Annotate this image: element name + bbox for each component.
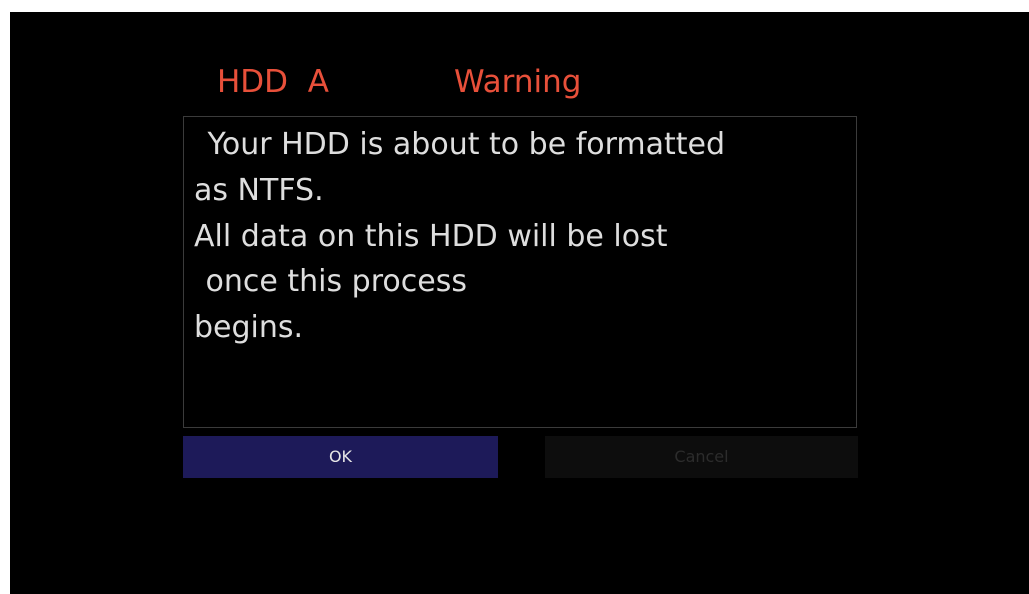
message-line: All data on this HDD will be lost xyxy=(194,219,668,254)
message-line: begins. xyxy=(194,310,304,345)
dialog-title: Warning xyxy=(454,64,582,100)
message-line: as NTFS. xyxy=(194,173,324,208)
ok-button[interactable]: OK xyxy=(183,436,498,478)
dialog-title-bar: HDD A Warning xyxy=(217,60,867,104)
message-line: Your HDD is about to be formatted xyxy=(198,127,726,162)
format-warning-screen: HDD A Warning Your HDD is about to be fo… xyxy=(10,12,1029,594)
message-line: once this process xyxy=(196,264,467,299)
drive-label: HDD A xyxy=(217,64,329,100)
cancel-button[interactable]: Cancel xyxy=(545,436,858,478)
message-box: Your HDD is about to be formatted as NTF… xyxy=(183,116,857,428)
